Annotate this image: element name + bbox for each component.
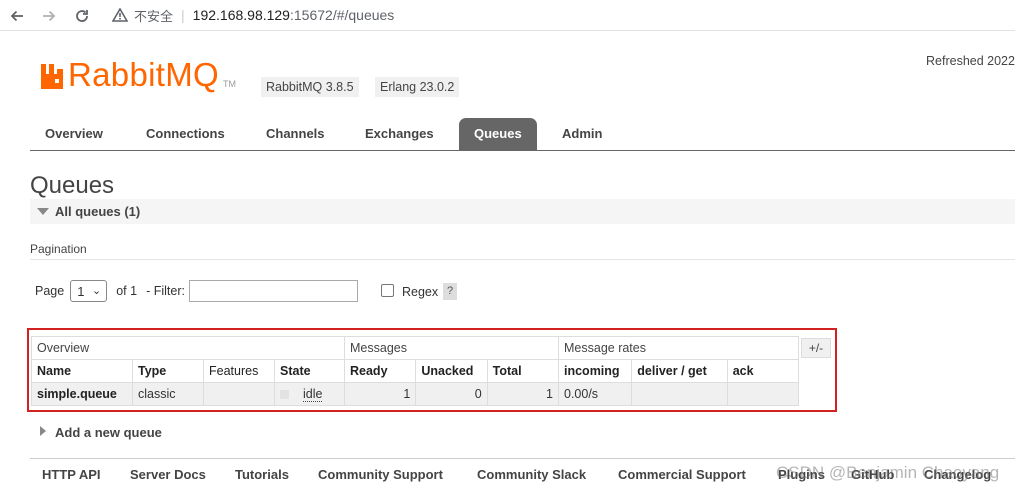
col-unacked[interactable]: Unacked (415, 359, 488, 383)
reload-icon[interactable] (71, 5, 93, 27)
refreshed-status[interactable]: Refreshed 2022 (926, 54, 1015, 68)
regex-help-button[interactable]: ? (443, 283, 457, 300)
tab-overview[interactable]: Overview (30, 118, 118, 150)
all-queues-toggle[interactable]: All queues (1) (30, 199, 1015, 224)
group-message-rates: Message rates (558, 336, 799, 360)
collapse-arrow-icon (37, 208, 49, 215)
table-row: simple.queue classic idle 1 0 1 0.00/s (31, 382, 800, 406)
tab-queues[interactable]: Queues (459, 118, 537, 150)
regex-checkbox[interactable] (381, 284, 394, 297)
footer-link-server-docs[interactable]: Server Docs (130, 467, 206, 482)
add-queue-label: Add a new queue (55, 425, 162, 440)
forward-icon[interactable] (38, 5, 60, 27)
logo-text: RabbitMQ (68, 56, 219, 93)
pagination-divider (30, 259, 1015, 260)
main-tabs: Overview Connections Channels Exchanges … (30, 118, 1015, 151)
queue-total: 1 (486, 382, 560, 406)
page-select[interactable]: 1 ⌄ (70, 280, 108, 302)
tab-admin[interactable]: Admin (547, 118, 617, 150)
page-count: of 1 (116, 284, 138, 298)
browser-toolbar: 不安全 | 192.168.98.129:15672/#/queues (0, 0, 1015, 31)
address-separator: | (181, 7, 185, 23)
footer-divider (30, 458, 1015, 459)
version-badge: RabbitMQ 3.8.5 (261, 77, 359, 97)
logo-trademark: TM (222, 79, 236, 89)
tab-channels[interactable]: Channels (251, 118, 340, 150)
footer-link-community-slack[interactable]: Community Slack (477, 467, 586, 482)
col-total[interactable]: Total (486, 359, 560, 383)
insecure-label[interactable]: 不安全 (134, 6, 173, 25)
queue-ready: 1 (343, 382, 417, 406)
pagination-label: Pagination (30, 242, 87, 256)
group-overview: Overview (31, 336, 345, 360)
col-features[interactable]: Features (203, 359, 275, 383)
tab-exchanges[interactable]: Exchanges (350, 118, 449, 150)
columns-toggle-button[interactable]: +/- (801, 338, 831, 358)
queue-unacked: 0 (415, 382, 488, 406)
queue-name-link[interactable]: simple.queue (31, 382, 133, 406)
add-queue-toggle[interactable]: Add a new queue (40, 425, 162, 440)
col-ready[interactable]: Ready (343, 359, 417, 383)
url-path: /#/queues (332, 7, 395, 23)
erlang-badge: Erlang 23.0.2 (375, 77, 460, 97)
pagination-controls: Page 1 ⌄ of 1 - Filter: (35, 279, 358, 303)
queues-table: Overview Messages Message rates Name Typ… (31, 336, 800, 406)
rabbitmq-logo[interactable]: RabbitMQ TM (40, 58, 236, 92)
page-select-value: 1 (77, 283, 85, 299)
expand-arrow-icon (40, 426, 46, 436)
col-ack[interactable]: ack (726, 359, 800, 383)
queue-features (203, 382, 275, 406)
all-queues-label: All queues (1) (55, 204, 141, 219)
state-indicator-icon (280, 390, 289, 400)
page-title: Queues (30, 172, 115, 199)
rabbit-logo-icon (41, 64, 63, 89)
footer-link-commercial-support[interactable]: Commercial Support (618, 467, 746, 482)
chevron-down-icon: ⌄ (91, 285, 102, 297)
queue-ack (726, 382, 800, 406)
back-icon[interactable] (6, 5, 28, 27)
filter-input[interactable] (188, 280, 358, 302)
url-port: :15672 (289, 7, 333, 23)
group-messages: Messages (344, 336, 559, 360)
url-host: 192.168.98.129 (192, 7, 290, 23)
filter-label: - Filter: (146, 284, 185, 298)
queue-incoming: 0.00/s (557, 382, 633, 406)
state-label[interactable]: idle (303, 387, 323, 402)
footer-link-community-support[interactable]: Community Support (318, 467, 443, 482)
regex-label: Regex (402, 285, 439, 299)
col-name[interactable]: Name (31, 359, 133, 383)
col-deliver-get[interactable]: deliver / get (631, 359, 728, 383)
queue-type: classic (132, 382, 204, 406)
footer-link-http-api[interactable]: HTTP API (42, 467, 101, 482)
csdn-watermark: CSDN @Benjamin Chaoyang (776, 463, 1000, 482)
warning-icon[interactable] (112, 8, 128, 22)
footer-link-tutorials[interactable]: Tutorials (235, 467, 289, 482)
queue-state: idle (274, 382, 345, 406)
page-label: Page (35, 284, 65, 298)
col-type[interactable]: Type (132, 359, 204, 383)
queue-deliver-get (631, 382, 728, 406)
address-bar[interactable]: 不安全 | 192.168.98.129:15672/#/queues (112, 5, 394, 25)
col-state[interactable]: State (274, 359, 345, 383)
col-incoming[interactable]: incoming (557, 359, 633, 383)
tab-connections[interactable]: Connections (131, 118, 240, 150)
